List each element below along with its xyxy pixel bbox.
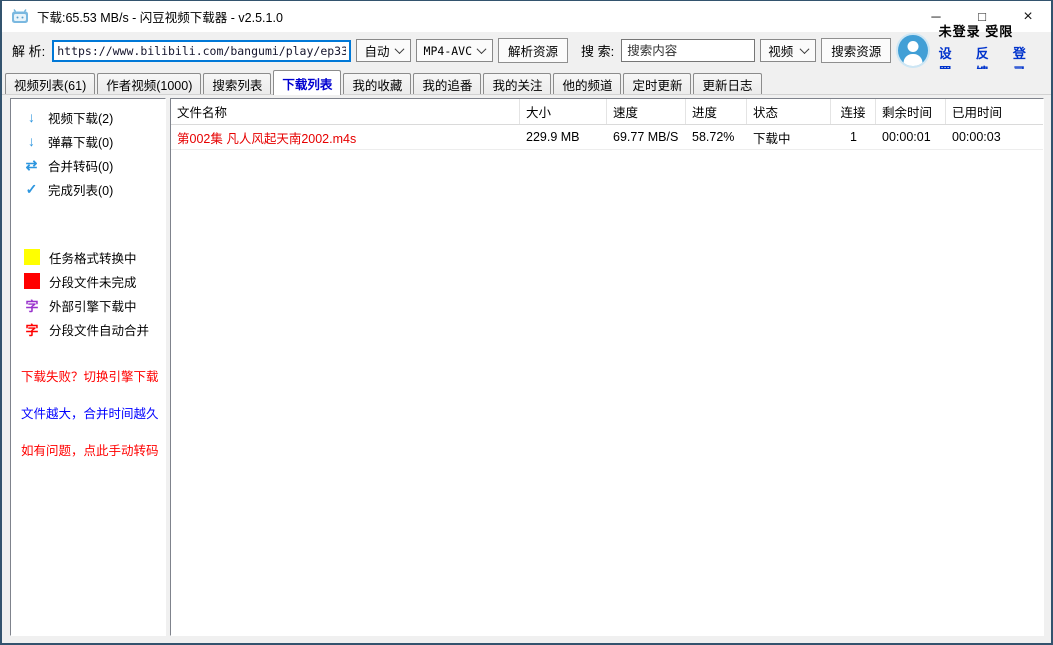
red-text-glyph: 字 xyxy=(24,320,40,339)
download-table: 文件名称 大小 速度 进度 状态 连接 剩余时间 已用时间 第002集 凡人风起… xyxy=(170,98,1044,636)
avatar[interactable] xyxy=(896,33,929,68)
cell-progress: 58.72% xyxy=(686,130,747,144)
check-icon: ✓ xyxy=(24,181,39,198)
legend-item-external-engine: 字 外部引擎下载中 xyxy=(11,293,165,317)
sidebar-notes: 下载失败？切换引擎下载 文件越大，合并时间越久 如有问题，点此手动转码 xyxy=(11,370,165,458)
login-status: 未登录 受限 xyxy=(939,21,1014,40)
search-type-value: 视频 xyxy=(768,41,793,60)
tab-video-list[interactable]: 视频列表(61) xyxy=(5,73,95,94)
cell-elapsed: 00:00:03 xyxy=(946,130,1043,144)
tab-scheduled-update[interactable]: 定时更新 xyxy=(623,73,691,94)
cell-remaining: 00:00:01 xyxy=(876,130,946,144)
tab-search-list[interactable]: 搜索列表 xyxy=(203,73,271,94)
column-header-connections[interactable]: 连接 xyxy=(831,99,876,124)
tab-author-videos[interactable]: 作者视频(1000) xyxy=(97,73,201,94)
search-label: 搜 索: xyxy=(581,41,614,60)
search-type-select[interactable]: 视频 xyxy=(760,39,816,62)
tab-my-bangumi[interactable]: 我的追番 xyxy=(413,73,481,94)
cell-speed: 69.77 MB/S xyxy=(607,130,686,144)
parse-label: 解 析: xyxy=(12,41,45,60)
red-swatch xyxy=(24,273,40,289)
sidebar-item-danmaku-download[interactable]: ↓ 弹幕下载(0) xyxy=(11,129,165,153)
tab-my-follows[interactable]: 我的关注 xyxy=(483,73,551,94)
title-bar: 下载:65.53 MB/s - 闪豆视频下载器 - v2.5.1.0 ─ □ × xyxy=(2,1,1051,32)
toolbar: 解 析: 自动 MP4-AVC 解析资源 搜 索: 视频 搜索资源 未登录 受限 xyxy=(2,32,1051,69)
status-legend: 任务格式转换中 分段文件未完成 字 外部引擎下载中 字 分段文件自动合并 xyxy=(11,245,165,341)
tab-bar: 视频列表(61) 作者视频(1000) 搜索列表 下载列表 我的收藏 我的追番 … xyxy=(2,69,1051,95)
tab-download-list[interactable]: 下载列表 xyxy=(273,70,341,95)
format-select-value: MP4-AVC xyxy=(424,44,472,58)
column-header-size[interactable]: 大小 xyxy=(520,99,607,124)
sidebar-item-label: 合并转码(0) xyxy=(48,156,113,175)
tab-changelog[interactable]: 更新日志 xyxy=(693,73,761,94)
table-row[interactable]: 第002集 凡人风起天南2002.m4s 229.9 MB 69.77 MB/S… xyxy=(171,125,1043,150)
yellow-swatch xyxy=(24,249,40,265)
legend-label: 分段文件自动合并 xyxy=(49,320,149,339)
app-icon xyxy=(11,9,29,24)
cell-filename: 第002集 凡人风起天南2002.m4s xyxy=(171,128,520,147)
column-header-speed[interactable]: 速度 xyxy=(607,99,686,124)
download-icon: ↓ xyxy=(24,133,39,149)
note-manual-transcode[interactable]: 如有问题，点此手动转码 xyxy=(11,444,165,458)
legend-item-transcoding: 任务格式转换中 xyxy=(11,245,165,269)
url-input[interactable] xyxy=(52,40,351,62)
sidebar-item-label: 弹幕下载(0) xyxy=(48,132,113,151)
column-header-elapsed[interactable]: 已用时间 xyxy=(946,99,1043,124)
legend-label: 外部引擎下载中 xyxy=(49,296,137,315)
cell-connections: 1 xyxy=(831,130,876,144)
legend-item-auto-merge: 字 分段文件自动合并 xyxy=(11,317,165,341)
parse-resource-button[interactable]: 解析资源 xyxy=(498,38,568,63)
cell-size: 229.9 MB xyxy=(520,130,607,144)
column-header-progress[interactable]: 进度 xyxy=(686,99,747,124)
sidebar-item-video-download[interactable]: ↓ 视频下载(2) xyxy=(11,105,165,129)
mode-select-value: 自动 xyxy=(364,41,389,60)
person-icon xyxy=(907,41,918,52)
window-title: 下载:65.53 MB/s - 闪豆视频下载器 - v2.5.1.0 xyxy=(37,7,283,26)
note-switch-engine: 下载失败？切换引擎下载 xyxy=(11,370,165,384)
column-header-filename[interactable]: 文件名称 xyxy=(171,99,520,124)
tab-his-channel[interactable]: 他的频道 xyxy=(553,73,621,94)
tab-my-favorites[interactable]: 我的收藏 xyxy=(343,73,411,94)
legend-item-segment-incomplete: 分段文件未完成 xyxy=(11,269,165,293)
purple-text-glyph: 字 xyxy=(24,296,40,315)
search-resource-button[interactable]: 搜索资源 xyxy=(821,38,891,63)
content-area: ↓ 视频下载(2) ↓ 弹幕下载(0) ⇄ 合并转码(0) ✓ 完成列表(0) xyxy=(2,95,1051,643)
table-header: 文件名称 大小 速度 进度 状态 连接 剩余时间 已用时间 xyxy=(171,99,1043,125)
swap-arrows-icon: ⇄ xyxy=(24,157,39,174)
chevron-down-icon xyxy=(477,44,487,54)
sidebar-item-completed-list[interactable]: ✓ 完成列表(0) xyxy=(11,177,165,201)
download-icon: ↓ xyxy=(24,109,39,125)
sidebar-item-label: 视频下载(2) xyxy=(48,108,113,127)
sidebar-item-merge-transcode[interactable]: ⇄ 合并转码(0) xyxy=(11,153,165,177)
legend-label: 任务格式转换中 xyxy=(49,248,137,267)
column-header-remaining[interactable]: 剩余时间 xyxy=(876,99,946,124)
chevron-down-icon xyxy=(800,44,810,54)
app-window: 下载:65.53 MB/s - 闪豆视频下载器 - v2.5.1.0 ─ □ ×… xyxy=(0,0,1053,645)
search-input[interactable] xyxy=(621,39,755,62)
sidebar: ↓ 视频下载(2) ↓ 弹幕下载(0) ⇄ 合并转码(0) ✓ 完成列表(0) xyxy=(10,98,166,636)
sidebar-item-label: 完成列表(0) xyxy=(48,180,113,199)
cell-status: 下载中 xyxy=(747,128,831,147)
mode-select[interactable]: 自动 xyxy=(356,39,410,62)
legend-label: 分段文件未完成 xyxy=(49,272,137,291)
note-merge-time: 文件越大，合并时间越久 xyxy=(11,407,165,421)
column-header-status[interactable]: 状态 xyxy=(747,99,831,124)
chevron-down-icon xyxy=(394,44,404,54)
format-select[interactable]: MP4-AVC xyxy=(416,39,493,62)
